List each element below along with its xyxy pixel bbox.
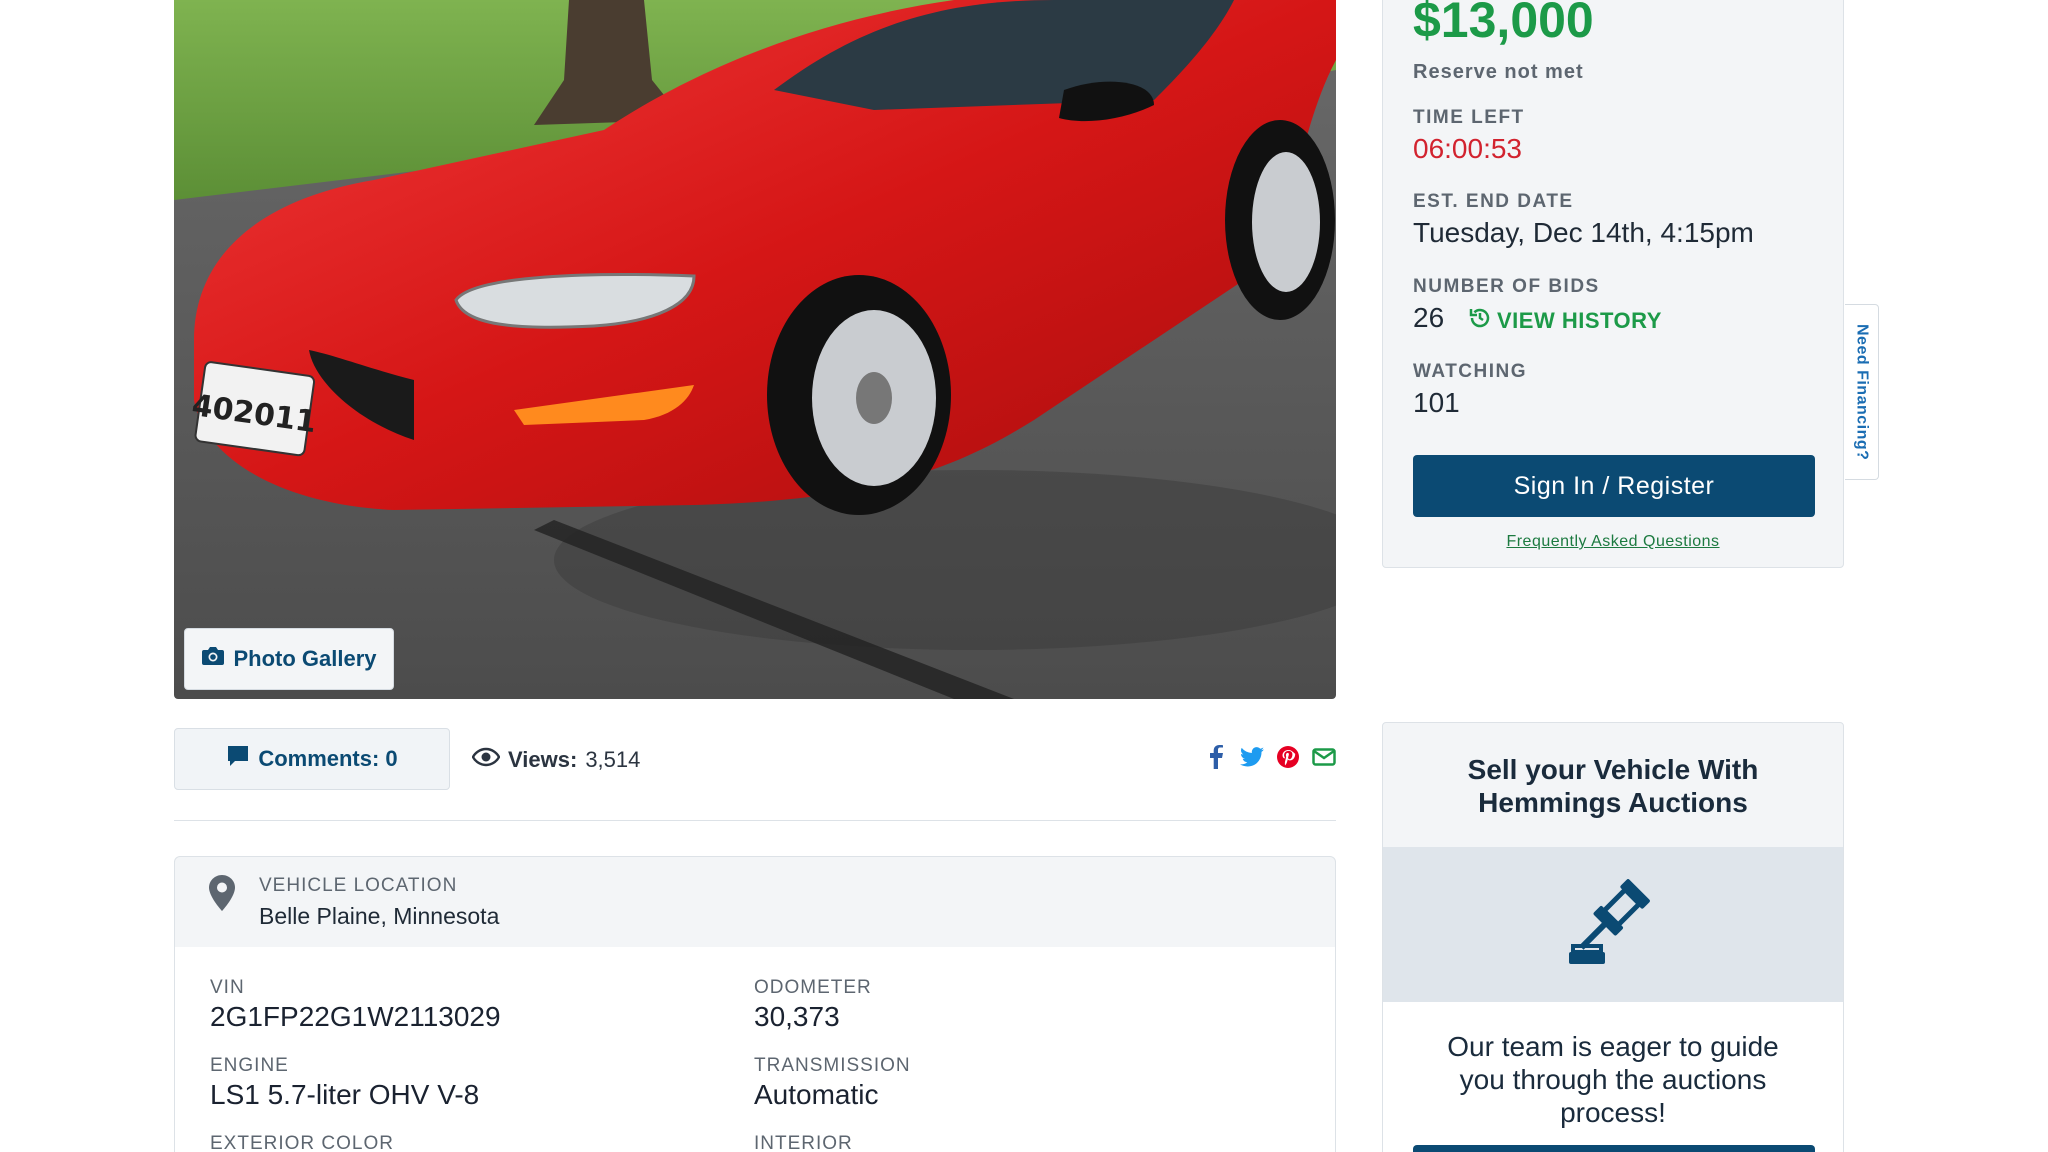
watching-value: 101 [1413,387,1460,418]
history-icon [1469,307,1491,335]
interior-label: INTERIOR [754,1133,853,1152]
engine-label: ENGINE [210,1055,289,1076]
camera-icon [201,646,225,672]
comment-icon [226,744,250,774]
photo-gallery-label: Photo Gallery [233,646,377,671]
spec-interior: INTERIOR [754,1133,853,1152]
sell-card-title: Sell your Vehicle With Hemmings Auctions [1467,754,1759,818]
transmission-value: Automatic [754,1079,879,1110]
current-bid-price: $13,000 [1413,0,1594,48]
section-divider [174,820,1336,821]
number-of-bids-value: 26 [1413,302,1445,333]
sign-in-register-button[interactable]: Sign In / Register [1413,455,1815,517]
odometer-label: ODOMETER [754,977,872,998]
vehicle-location-value: Belle Plaine, Minnesota [259,903,500,929]
photo-gallery-button[interactable]: Photo Gallery [184,628,394,690]
comments-label: Comments: 0 [258,746,398,771]
vehicle-photo[interactable]: 402011 [174,0,1336,699]
view-history-link[interactable]: VIEW HISTORY [1469,307,1662,335]
bid-panel: $13,000 Reserve not met TIME LEFT 06:00:… [1382,0,1844,568]
spec-exterior-color: EXTERIOR COLOR [210,1133,394,1152]
views-value: 3,514 [585,747,641,772]
number-of-bids-label: NUMBER OF BIDS [1413,276,1600,297]
views-counter: Views: 3,514 [471,745,641,775]
vin-value: 2G1FP22G1W2113029 [210,1001,501,1032]
twitter-icon[interactable] [1240,744,1264,770]
spec-vin: VIN 2G1FP22G1W2113029 [210,977,501,1033]
vin-label: VIN [210,977,245,998]
vehicle-location-card: VEHICLE LOCATION Belle Plaine, Minnesota [174,856,1336,948]
views-label: Views: [508,747,578,772]
map-pin-icon [209,875,235,916]
pinterest-icon[interactable] [1276,744,1300,770]
end-date-label: EST. END DATE [1413,191,1574,212]
odometer-value: 30,373 [754,1001,840,1032]
reserve-status: Reserve not met [1413,61,1584,83]
time-left-value: 06:00:53 [1413,133,1522,164]
eye-icon [471,747,501,773]
facebook-icon[interactable] [1204,744,1228,770]
vehicle-specs: VIN 2G1FP22G1W2113029 ODOMETER 30,373 EN… [174,947,1336,1152]
need-financing-tab[interactable]: Need Financing? [1845,304,1879,480]
gavel-icon [1565,874,1661,975]
vehicle-location-label: VEHICLE LOCATION [259,875,458,896]
spec-engine: ENGINE LS1 5.7-liter OHV V-8 [210,1055,479,1111]
sell-vehicle-card: Sell your Vehicle With Hemmings Auctions… [1382,722,1844,1152]
sell-card-body: Our team is eager to guide you through t… [1383,1002,1843,1152]
need-financing-label: Need Financing? [1853,323,1871,461]
transmission-label: TRANSMISSION [754,1055,911,1076]
watching-label: WATCHING [1413,361,1528,382]
car-image: 402011 [174,0,1336,699]
spec-transmission: TRANSMISSION Automatic [754,1055,911,1111]
email-icon[interactable] [1312,744,1336,770]
time-left-label: TIME LEFT [1413,107,1525,128]
faq-link[interactable]: Frequently Asked Questions [1383,533,1843,551]
share-links [1204,744,1336,770]
engine-value: LS1 5.7-liter OHV V-8 [210,1079,480,1110]
exterior-color-label: EXTERIOR COLOR [210,1133,394,1152]
sell-card-icon-band [1383,847,1843,1002]
spec-odometer: ODOMETER 30,373 [754,977,872,1033]
sell-card-cta-button[interactable] [1413,1145,1815,1152]
end-date-value: Tuesday, Dec 14th, 4:15pm [1413,217,1754,248]
comments-button[interactable]: Comments: 0 [174,728,450,790]
view-history-label: VIEW HISTORY [1497,308,1662,333]
